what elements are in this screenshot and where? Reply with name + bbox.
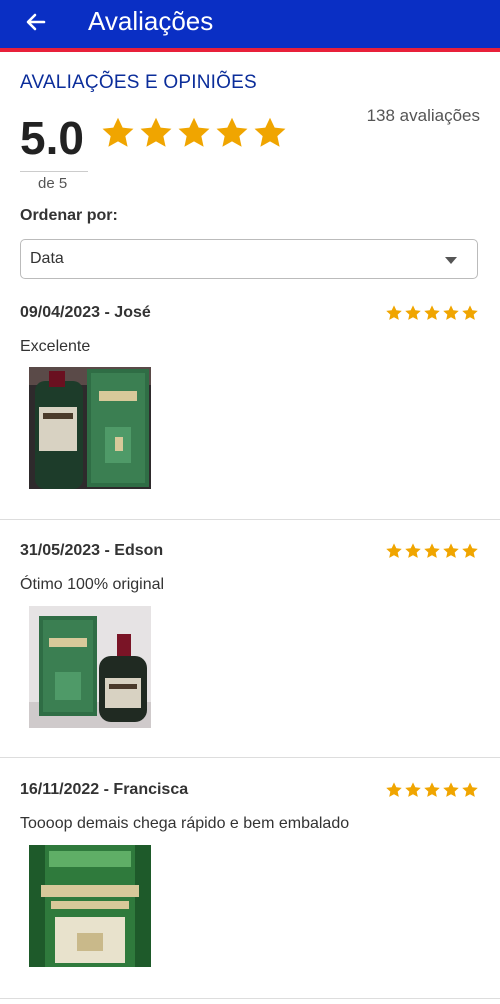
- app-bar: Avaliações: [0, 0, 500, 52]
- divider: [20, 171, 88, 172]
- review-text: Excelente: [20, 338, 91, 355]
- star-icon: [424, 305, 440, 320]
- review-stars: [385, 304, 479, 322]
- average-score: 5.0: [20, 112, 84, 164]
- sort-label: Ordenar por:: [20, 207, 118, 224]
- star-icon: [386, 543, 402, 558]
- product-photo: [29, 606, 151, 728]
- star-icon: [462, 305, 478, 320]
- star-icon: [140, 117, 172, 147]
- product-photo: [29, 367, 151, 489]
- score-out-of: de 5: [38, 175, 68, 192]
- review-count: 138 avaliações: [366, 106, 480, 125]
- back-button[interactable]: [22, 8, 50, 36]
- sort-selected-value: Data: [30, 250, 64, 267]
- review-photo[interactable]: [29, 606, 151, 728]
- review-text: Toooop demais chega rápido e bem embalad…: [20, 815, 350, 832]
- star-icon: [216, 117, 248, 147]
- review-item: 31/05/2023 - Edson Ótimo 100% original: [0, 520, 500, 758]
- review-header: 31/05/2023 - Edson: [20, 542, 164, 559]
- review-item: 09/04/2023 - José Excelente: [0, 293, 500, 520]
- star-icon: [386, 782, 402, 797]
- star-icon: [405, 782, 421, 797]
- star-icon: [254, 117, 286, 147]
- average-stars: [100, 115, 288, 151]
- review-photo[interactable]: [29, 845, 151, 967]
- review-text: Ótimo 100% original: [20, 576, 165, 593]
- review-stars: [385, 781, 479, 799]
- review-item: 16/11/2022 - Francisca Toooop demais che…: [0, 758, 500, 999]
- star-icon: [405, 305, 421, 320]
- star-icon: [424, 543, 440, 558]
- star-icon: [462, 782, 478, 797]
- page-title: Avaliações: [88, 6, 214, 36]
- star-icon: [443, 782, 459, 797]
- star-icon: [178, 117, 210, 147]
- review-photo[interactable]: [29, 367, 151, 489]
- star-icon: [443, 305, 459, 320]
- star-icon: [405, 543, 421, 558]
- review-header: 16/11/2022 - Francisca: [20, 781, 189, 798]
- caret-down-icon: [445, 257, 457, 264]
- star-icon: [102, 117, 134, 147]
- star-icon: [443, 543, 459, 558]
- star-icon: [462, 543, 478, 558]
- star-icon: [424, 782, 440, 797]
- sort-select[interactable]: Data: [20, 239, 478, 279]
- arrow-left-icon: [26, 13, 46, 31]
- section-title: AVALIAÇÕES E OPINIÕES: [20, 72, 257, 93]
- product-photo: [29, 845, 151, 967]
- review-stars: [385, 542, 479, 560]
- review-header: 09/04/2023 - José: [20, 304, 151, 321]
- star-icon: [386, 305, 402, 320]
